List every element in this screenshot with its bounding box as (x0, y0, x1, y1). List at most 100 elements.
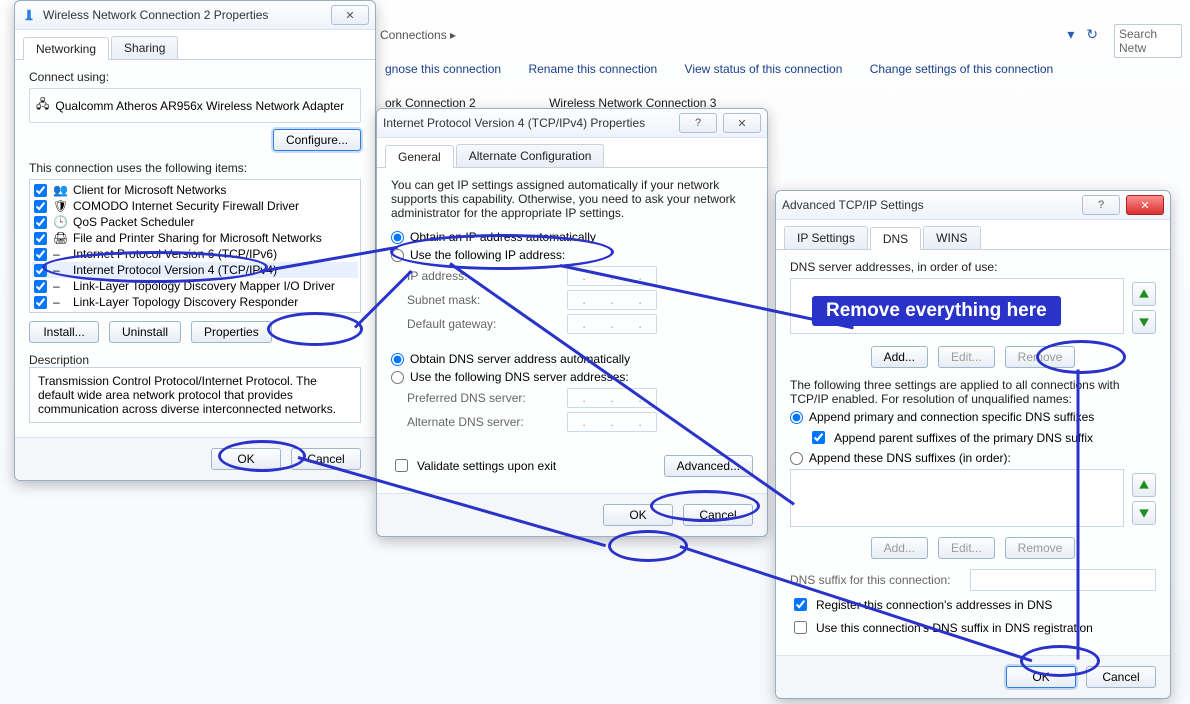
properties-button[interactable]: Properties (191, 321, 272, 343)
list-item: –Internet Protocol Version 6 (TCP/IPv6) (32, 246, 358, 262)
window3-close-button[interactable]: ✕ (1126, 195, 1164, 215)
subnet-mask-field[interactable]: ... (567, 290, 657, 310)
tab-networking[interactable]: Networking (23, 37, 109, 60)
cmd-rename[interactable]: Rename this connection (528, 62, 657, 76)
list-item-ipv4: –Internet Protocol Version 4 (TCP/IPv4) (32, 262, 358, 278)
explorer-nav-controls: ▾ ↻ (1063, 26, 1102, 43)
dns-edit-button[interactable]: Edit... (938, 346, 995, 368)
suffix-edit-button[interactable]: Edit... (938, 537, 995, 559)
list-item: 🖨File and Printer Sharing for Microsoft … (32, 230, 358, 246)
connect-using-label: Connect using: (29, 70, 361, 84)
move-up-button[interactable] (1132, 282, 1156, 306)
alternate-dns-field[interactable]: ... (567, 412, 657, 432)
adapter-name: Qualcomm Atheros AR956x Wireless Network… (55, 99, 344, 113)
radio-use-ip[interactable]: Use the following IP address: (391, 248, 753, 262)
lltd-icon: – (53, 279, 67, 293)
refresh-icon[interactable]: ↻ (1086, 26, 1098, 42)
cmd-diagnose[interactable]: gnose this connection (385, 62, 501, 76)
ip-address-label: IP address: (407, 269, 557, 283)
annotation-remove-everything: Remove everything here (812, 296, 1061, 326)
tab-general[interactable]: General (385, 145, 454, 168)
gateway-field[interactable]: ... (567, 314, 657, 334)
advanced-button[interactable]: Advanced... (664, 455, 753, 477)
list-item: –Link-Layer Topology Discovery Responder (32, 294, 358, 310)
ip-address-field[interactable]: ... (567, 266, 657, 286)
ipv4-icon: – (53, 263, 67, 277)
radio-append-these[interactable]: Append these DNS suffixes (in order): (790, 451, 1156, 465)
preferred-dns-field[interactable]: ... (567, 388, 657, 408)
ipv4-properties-window: Internet Protocol Version 4 (TCP/IPv4) P… (376, 108, 768, 537)
tab-dns[interactable]: DNS (870, 227, 921, 250)
suffix-remove-button[interactable]: Remove (1005, 537, 1076, 559)
window2-title: Internet Protocol Version 4 (TCP/IPv4) P… (383, 116, 673, 130)
explorer-breadcrumb[interactable]: Connections ▸ (380, 28, 456, 42)
tab-ip-settings[interactable]: IP Settings (784, 226, 868, 249)
description-text: Transmission Control Protocol/Internet P… (29, 367, 361, 423)
window2-cancel-button[interactable]: Cancel (683, 504, 753, 526)
list-item: 🕒QoS Packet Scheduler (32, 214, 358, 230)
validate-checkbox[interactable]: Validate settings upon exit (391, 456, 556, 475)
window3-ok-button[interactable]: OK (1006, 666, 1076, 688)
checkbox-register-dns[interactable]: Register this connection's addresses in … (790, 595, 1156, 614)
window1-ok-button[interactable]: OK (211, 448, 281, 470)
explorer-search-input[interactable]: Search Netw (1114, 24, 1182, 58)
configure-button[interactable]: Configure... (273, 129, 361, 151)
items-label: This connection uses the following items… (29, 161, 361, 175)
connection-properties-window: Wireless Network Connection 2 Properties… (14, 0, 376, 481)
window1-title: Wireless Network Connection 2 Properties (43, 8, 325, 22)
cmd-change-settings[interactable]: Change settings of this connection (870, 62, 1053, 76)
list-item: 👥Client for Microsoft Networks (32, 182, 358, 198)
dns-suffixes-listbox[interactable] (790, 469, 1124, 527)
uninstall-button[interactable]: Uninstall (109, 321, 181, 343)
window1-cancel-button[interactable]: Cancel (291, 448, 361, 470)
window3-help-button[interactable]: ? (1082, 195, 1120, 215)
window1-close-button[interactable]: ✕ (331, 5, 369, 25)
connection-items-list[interactable]: 👥Client for Microsoft Networks 🛡COMODO I… (29, 179, 361, 313)
move-down-button[interactable] (1132, 310, 1156, 334)
applied-settings-text: The following three settings are applied… (790, 378, 1156, 406)
share-icon: 🖨 (53, 231, 67, 245)
window3-title: Advanced TCP/IP Settings (782, 198, 1076, 212)
preferred-dns-label: Preferred DNS server: (407, 391, 557, 405)
suffix-move-up-button[interactable] (1132, 473, 1156, 497)
dns-remove-button[interactable]: Remove (1005, 346, 1076, 368)
window3-cancel-button[interactable]: Cancel (1086, 666, 1156, 688)
suffix-move-down-button[interactable] (1132, 501, 1156, 525)
radio-obtain-dns-auto[interactable]: Obtain DNS server address automatically (391, 352, 753, 366)
window2-help-button[interactable]: ? (679, 113, 717, 133)
install-button[interactable]: Install... (29, 321, 99, 343)
radio-append-primary[interactable]: Append primary and connection specific D… (790, 410, 1156, 424)
description-title: Description (29, 353, 361, 367)
tab-sharing[interactable]: Sharing (111, 36, 178, 59)
radio-obtain-ip-auto[interactable]: Obtain an IP address automatically (391, 230, 753, 244)
explorer-command-bar: gnose this connection Rename this connec… (385, 62, 1077, 76)
subnet-mask-label: Subnet mask: (407, 293, 557, 307)
ipv4-intro-text: You can get IP settings assigned automat… (391, 178, 753, 220)
suffix-add-button[interactable]: Add... (871, 537, 928, 559)
client-icon: 👥 (53, 183, 67, 197)
window2-ok-button[interactable]: OK (603, 504, 673, 526)
list-item: –Link-Layer Topology Discovery Mapper I/… (32, 278, 358, 294)
lltd-icon: – (53, 295, 67, 309)
advanced-tcpip-window: Advanced TCP/IP Settings ? ✕ IP Settings… (775, 190, 1171, 699)
tab-alternate-configuration[interactable]: Alternate Configuration (456, 144, 605, 167)
ipv6-icon: – (53, 247, 67, 261)
tab-wins[interactable]: WINS (923, 226, 980, 249)
checkbox-use-suffix[interactable]: Use this connection's DNS suffix in DNS … (790, 618, 1156, 637)
radio-use-dns[interactable]: Use the following DNS server addresses: (391, 370, 753, 384)
window2-close-button[interactable]: ✕ (723, 113, 761, 133)
dns-order-label: DNS server addresses, in order of use: (790, 260, 1156, 274)
qos-icon: 🕒 (53, 215, 67, 229)
network-adapter-icon (21, 7, 37, 23)
view-dropdown-icon[interactable]: ▾ (1067, 26, 1074, 42)
dns-suffix-field[interactable] (970, 569, 1156, 591)
checkbox-append-parent[interactable]: Append parent suffixes of the primary DN… (790, 428, 1156, 447)
firewall-icon: 🛡 (53, 199, 67, 213)
adapter-icon: 🖧 (36, 95, 49, 116)
alternate-dns-label: Alternate DNS server: (407, 415, 557, 429)
gateway-label: Default gateway: (407, 317, 557, 331)
dns-add-button[interactable]: Add... (871, 346, 928, 368)
dns-suffix-label: DNS suffix for this connection: (790, 573, 960, 587)
cmd-view-status[interactable]: View status of this connection (685, 62, 843, 76)
list-item: 🛡COMODO Internet Security Firewall Drive… (32, 198, 358, 214)
